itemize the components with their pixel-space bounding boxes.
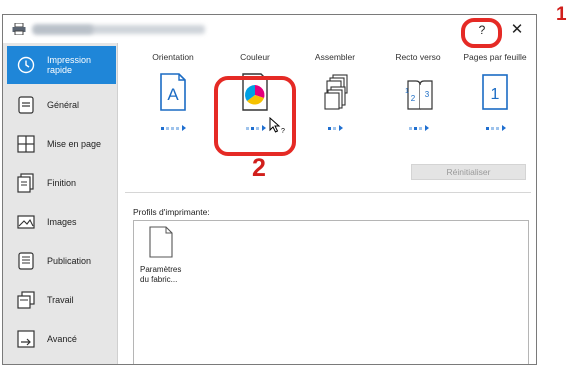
sidebar-item-layout[interactable]: Mise en page — [7, 125, 116, 163]
sidebar-item-label: Images — [47, 217, 77, 227]
advanced-arrow-icon — [15, 328, 37, 350]
print-preferences-window: ? ✕ Impression rapide Général Mise en pa… — [2, 14, 537, 365]
collate-icon — [324, 74, 348, 110]
sidebar-item-label: Général — [47, 100, 80, 110]
svg-text:3: 3 — [425, 90, 430, 99]
feature-options-indicator — [453, 125, 536, 132]
printer-profiles-list: Paramètres du fabric... — [133, 220, 529, 364]
printer-icon — [12, 23, 26, 35]
sidebar-item-label: Publication — [47, 256, 92, 266]
sidebar-item-publication[interactable]: Publication — [7, 242, 116, 280]
sidebar-item-job[interactable]: Travail — [7, 281, 116, 319]
highlight-help-button — [461, 18, 502, 48]
window-title-blurred-part — [33, 25, 93, 34]
feature-label: Orientation — [152, 52, 194, 62]
sidebar-item-label: Mise en page — [47, 139, 102, 149]
booklet-icon — [15, 250, 37, 272]
svg-text:1: 1 — [491, 86, 500, 103]
feature-options-indicator — [131, 125, 215, 132]
sidebar-item-label: Impression rapide — [47, 55, 92, 75]
svg-text:1: 1 — [405, 88, 409, 95]
feature-label: Assembler — [314, 52, 356, 62]
sidebar-item-label: Travail — [47, 295, 74, 305]
blank-document-icon — [149, 226, 173, 258]
feature-label: Couleur — [240, 52, 270, 62]
sidebar-item-label: Avancé — [47, 334, 77, 344]
close-button[interactable]: ✕ — [505, 18, 529, 42]
callout-number-two: 2 — [252, 154, 266, 182]
sidebar-item-quick-print[interactable]: Impression rapide — [7, 46, 116, 84]
svg-text:A: A — [167, 85, 179, 104]
stacked-pages-icon — [15, 172, 37, 194]
sidebar-item-advanced[interactable]: Avancé — [7, 320, 116, 358]
sidebar-item-general[interactable]: Général — [7, 86, 116, 124]
sidebar-item-label: Finition — [47, 178, 77, 188]
divider — [125, 192, 531, 193]
profile-name: Paramètres du fabric... — [140, 265, 182, 284]
sidebar-item-images[interactable]: Images — [7, 203, 116, 241]
feature-pages-per-sheet[interactable]: Pages par feuille 1 — [453, 43, 536, 153]
quick-print-features: Orientation A Couleur ? Assembler Recto … — [119, 43, 536, 163]
screenshot-stage: ? ✕ Impression rapide Général Mise en pa… — [0, 0, 575, 365]
feature-duplex[interactable]: Recto verso 2 3 1 — [376, 43, 460, 153]
job-stack-icon — [15, 289, 37, 311]
picture-icon — [15, 211, 37, 233]
sidebar: Impression rapide Général Mise en page F… — [3, 43, 118, 364]
duplex-icon: 2 3 1 — [405, 80, 433, 110]
feature-collate[interactable]: Assembler — [293, 43, 377, 153]
quick-print-panel: Orientation A Couleur ? Assembler Recto … — [119, 43, 536, 364]
clock-icon — [15, 54, 37, 76]
svg-text:2: 2 — [411, 94, 416, 103]
callout-number-one: 1 — [556, 4, 567, 25]
title-bar: ? ✕ — [3, 15, 536, 43]
sidebar-item-finishing[interactable]: Finition — [7, 164, 116, 202]
grid-layout-icon — [15, 133, 37, 155]
feature-options-indicator — [293, 125, 377, 132]
feature-label: Recto verso — [395, 52, 441, 62]
highlight-color-feature — [214, 76, 296, 156]
reset-button[interactable]: Réinitialiser — [411, 164, 526, 180]
feature-options-indicator — [376, 125, 460, 132]
feature-label: Pages par feuille — [463, 52, 527, 62]
portrait-a-icon: A — [160, 73, 186, 111]
printer-profiles-label: Profils d'imprimante: — [133, 207, 210, 217]
profile-item[interactable]: Paramètres du fabric... — [137, 226, 197, 296]
document-lines-icon — [15, 94, 37, 116]
feature-orientation[interactable]: Orientation A — [131, 43, 215, 153]
pages-per-sheet-icon: 1 — [482, 74, 508, 110]
